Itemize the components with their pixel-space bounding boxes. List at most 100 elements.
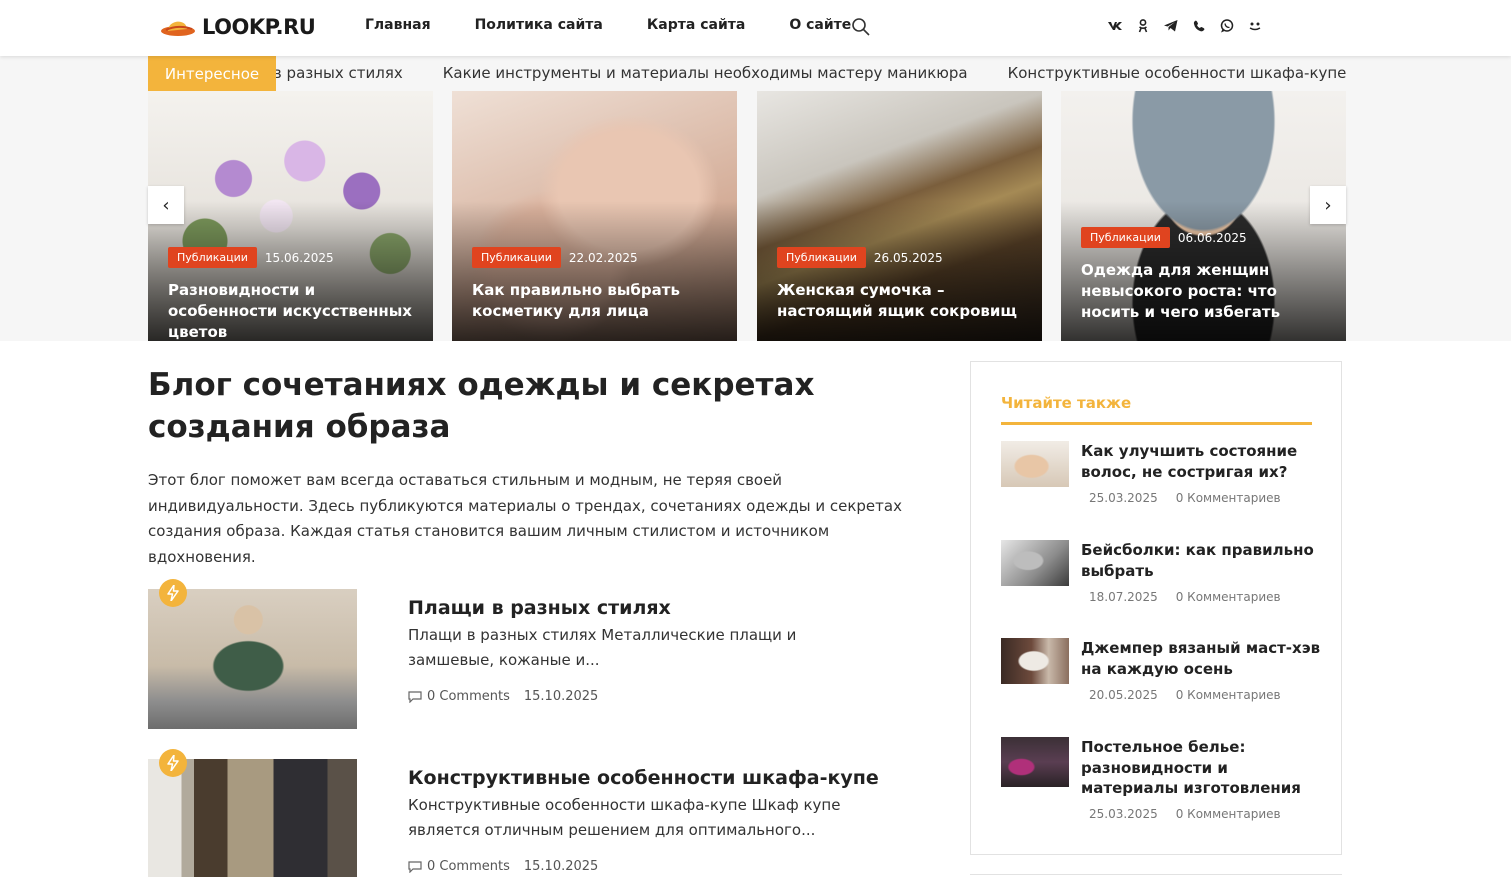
sidebar-thumbnail[interactable] bbox=[1001, 638, 1069, 684]
lightning-icon bbox=[167, 755, 179, 771]
nav-item-home[interactable]: Главная bbox=[365, 17, 431, 33]
sidebar-date: 25.03.2025 bbox=[1089, 491, 1158, 505]
slide-card[interactable]: Публикации 26.05.2025 Женская сумочка – … bbox=[757, 91, 1042, 341]
slide-title[interactable]: Как правильно выбрать косметику для лица bbox=[472, 280, 723, 322]
sidebar-meta: 25.03.2025 0 Комментариев bbox=[1089, 807, 1281, 821]
search-button[interactable] bbox=[850, 16, 872, 38]
post-thumbnail[interactable] bbox=[148, 759, 357, 877]
featured-bolt-badge bbox=[159, 749, 187, 777]
slide-date: 06.06.2025 bbox=[1177, 230, 1247, 245]
whatsapp-icon[interactable] bbox=[1220, 17, 1234, 35]
slide-date: 22.02.2025 bbox=[568, 250, 638, 265]
main-nav: Главная Политика сайта Карта сайта О сай… bbox=[365, 17, 851, 33]
sidebar-comments[interactable]: 0 Комментариев bbox=[1176, 590, 1281, 604]
nav-item-about[interactable]: О сайте bbox=[789, 17, 851, 33]
sidebar-meta: 20.05.2025 0 Комментариев bbox=[1089, 688, 1281, 702]
logo-text: LOOKP.RU bbox=[202, 15, 316, 39]
telegram-icon[interactable] bbox=[1164, 17, 1178, 35]
social-links bbox=[1108, 17, 1262, 35]
featured-bolt-badge bbox=[159, 579, 187, 607]
ticker-label: Интересное bbox=[148, 56, 276, 91]
post-meta: 0 Comments 15.10.2025 bbox=[408, 859, 598, 874]
slide-meta: Публикации 22.02.2025 bbox=[472, 247, 638, 268]
post-title[interactable]: Конструктивные особенности шкафа-купе bbox=[408, 767, 879, 789]
sidebar-thumbnail[interactable] bbox=[1001, 441, 1069, 487]
hat-logo-icon bbox=[161, 21, 195, 36]
featured-slider: Публикации 15.06.2025 Разновидности и ос… bbox=[148, 91, 1346, 341]
category-badge[interactable]: Публикации bbox=[1081, 227, 1170, 248]
ticker-item[interactable]: ı в разных стилях bbox=[276, 64, 403, 82]
site-header: LOOKP.RU Главная Политика сайта Карта са… bbox=[0, 0, 1511, 56]
sidebar-item[interactable]: Бейсболки: как правильно выбрать 18.07.2… bbox=[1001, 540, 1321, 610]
viber-icon[interactable] bbox=[1192, 17, 1206, 35]
post-date: 15.10.2025 bbox=[523, 859, 599, 874]
chevron-right-icon: › bbox=[1324, 194, 1332, 216]
sidebar-comments[interactable]: 0 Комментариев bbox=[1176, 807, 1281, 821]
page-title: Блог сочетаниях одежды и секретах создан… bbox=[148, 367, 815, 445]
sidebar-comments[interactable]: 0 Комментариев bbox=[1176, 688, 1281, 702]
sidebar-item[interactable]: Джемпер вязаный маст-хэв на каждую осень… bbox=[1001, 638, 1321, 708]
intro-text: Этот блог поможет вам всегда оставаться … bbox=[148, 471, 902, 566]
comment-icon bbox=[408, 690, 422, 703]
post-comments[interactable]: 0 Comments bbox=[408, 859, 510, 874]
nav-item-policy[interactable]: Политика сайта bbox=[475, 17, 603, 33]
slide-title[interactable]: Одежда для женщин невысокого роста: что … bbox=[1081, 260, 1332, 323]
post-comments[interactable]: 0 Comments bbox=[408, 689, 510, 704]
sidebar-date: 20.05.2025 bbox=[1089, 688, 1158, 702]
category-badge[interactable]: Публикации bbox=[472, 247, 561, 268]
sidebar-title-underline bbox=[1001, 422, 1312, 425]
comment-icon bbox=[408, 860, 422, 873]
sidebar-link[interactable]: Постельное белье: разновидности и матери… bbox=[1081, 737, 1321, 799]
odnoklassniki-icon[interactable] bbox=[1136, 17, 1150, 35]
slider-prev-button[interactable]: ‹ bbox=[148, 186, 184, 224]
slide-meta: Публикации 26.05.2025 bbox=[777, 247, 943, 268]
slider-next-button[interactable]: › bbox=[1310, 186, 1346, 224]
sidebar-link[interactable]: Как улучшить состояние волос, не состриг… bbox=[1081, 441, 1321, 482]
moimir-icon[interactable] bbox=[1248, 17, 1262, 35]
ticker-item[interactable]: Какие инструменты и материалы необходимы… bbox=[443, 64, 968, 82]
sidebar-read-also: Читайте также Как улучшить состояние вол… bbox=[970, 361, 1342, 855]
sidebar-thumbnail[interactable] bbox=[1001, 737, 1069, 787]
chevron-left-icon: ‹ bbox=[162, 194, 170, 216]
sidebar-meta: 18.07.2025 0 Комментариев bbox=[1089, 590, 1281, 604]
category-badge[interactable]: Публикации bbox=[777, 247, 866, 268]
lightning-icon bbox=[167, 585, 179, 601]
post-title[interactable]: Плащи в разных стилях bbox=[408, 597, 671, 619]
ticker-items: ı в разных стилях Какие инструменты и ма… bbox=[276, 64, 1346, 82]
sidebar-link[interactable]: Джемпер вязаный маст-хэв на каждую осень bbox=[1081, 638, 1321, 679]
post-card: Конструктивные особенности шкафа-купе Ко… bbox=[148, 749, 938, 877]
slide-title[interactable]: Разновидности и особенности искусственны… bbox=[168, 280, 419, 341]
post-excerpt: Конструктивные особенности шкафа-купе Шк… bbox=[408, 796, 841, 839]
comments-count: 0 Comments bbox=[427, 859, 510, 874]
sidebar-meta: 25.03.2025 0 Комментариев bbox=[1089, 491, 1281, 505]
sidebar-item[interactable]: Постельное белье: разновидности и матери… bbox=[1001, 737, 1321, 821]
ticker-item[interactable]: Конструктивные особенности шкафа-купе bbox=[1008, 64, 1346, 82]
slide-date: 26.05.2025 bbox=[873, 250, 943, 265]
sidebar-comments[interactable]: 0 Комментариев bbox=[1176, 491, 1281, 505]
slide-title[interactable]: Женская сумочка – настоящий ящик сокрови… bbox=[777, 280, 1028, 322]
slide-card[interactable]: Публикации 06.06.2025 Одежда для женщин … bbox=[1061, 91, 1346, 341]
slide-card[interactable]: Публикации 15.06.2025 Разновидности и ос… bbox=[148, 91, 433, 341]
search-icon bbox=[852, 18, 870, 36]
post-thumbnail[interactable] bbox=[148, 589, 357, 729]
comments-count: 0 Comments bbox=[427, 689, 510, 704]
slide-card[interactable]: Публикации 22.02.2025 Как правильно выбр… bbox=[452, 91, 737, 341]
site-logo[interactable]: LOOKP.RU bbox=[160, 12, 316, 42]
slide-meta: Публикации 06.06.2025 bbox=[1081, 227, 1247, 248]
slide-meta: Публикации 15.06.2025 bbox=[168, 247, 334, 268]
slide-date: 15.06.2025 bbox=[264, 250, 334, 265]
vk-icon[interactable] bbox=[1108, 17, 1122, 35]
sidebar-link[interactable]: Бейсболки: как правильно выбрать bbox=[1081, 540, 1321, 581]
nav-item-sitemap[interactable]: Карта сайта bbox=[647, 17, 745, 33]
sidebar-thumbnail[interactable] bbox=[1001, 540, 1069, 586]
sidebar-date: 18.07.2025 bbox=[1089, 590, 1158, 604]
sidebar-next-widget-edge bbox=[970, 874, 1342, 875]
news-ticker: ı в разных стилях Какие инструменты и ма… bbox=[276, 56, 1346, 91]
post-meta: 0 Comments 15.10.2025 bbox=[408, 689, 598, 704]
category-badge[interactable]: Публикации bbox=[168, 247, 257, 268]
sidebar-title: Читайте также bbox=[1001, 394, 1132, 412]
post-date: 15.10.2025 bbox=[523, 689, 599, 704]
post-card: Плащи в разных стилях Плащи в разных сти… bbox=[148, 579, 938, 729]
post-excerpt: Плащи в разных стилях Металлические плащ… bbox=[408, 626, 797, 669]
sidebar-item[interactable]: Как улучшить состояние волос, не состриг… bbox=[1001, 441, 1321, 511]
